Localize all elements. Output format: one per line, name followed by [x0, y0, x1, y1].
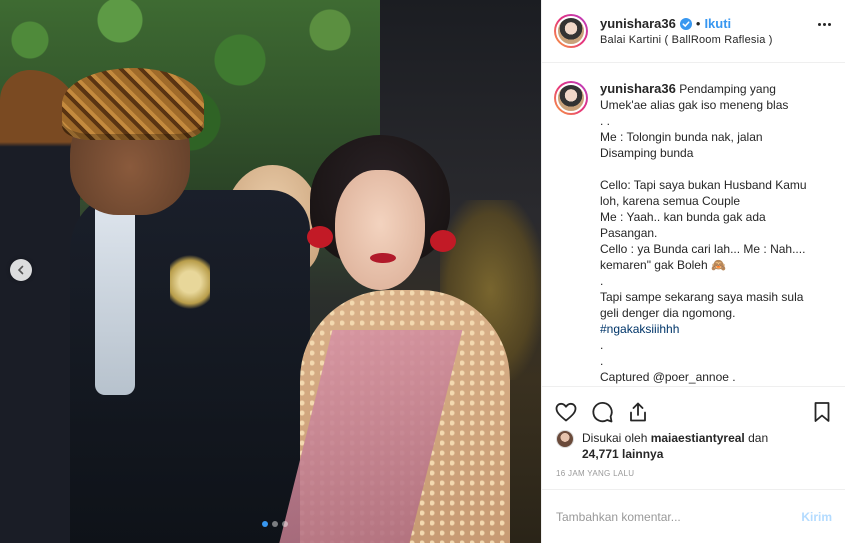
- caption-line: Cello : ya Bunda cari lah... Me : Nah...…: [600, 242, 806, 256]
- location-link[interactable]: Balai Kartini ( BallRoom Raflesia ): [600, 34, 773, 46]
- carousel-dot[interactable]: [262, 521, 268, 527]
- likes-middle: dan: [744, 431, 769, 445]
- caption-line: Tapi sampe sekarang saya masih sula: [600, 290, 804, 304]
- post-timestamp[interactable]: 16 JAM YANG LALU: [556, 469, 634, 478]
- caption-line: . .: [600, 114, 611, 128]
- caption-line: .: [600, 274, 604, 288]
- caption-line: .: [600, 354, 604, 368]
- woman-lips: [370, 253, 396, 263]
- follow-button[interactable]: Ikuti: [704, 16, 731, 31]
- hair-flower-right: [430, 230, 456, 252]
- avatar[interactable]: [554, 81, 588, 115]
- caption-line: loh, karena semua Couple: [600, 194, 741, 208]
- action-bar: [542, 386, 845, 436]
- hair-flower-left: [307, 226, 333, 248]
- chevron-left-icon: [17, 265, 24, 275]
- likes-prefix: Disukai oleh: [582, 431, 651, 445]
- caption-line: Pasangan.: [600, 226, 658, 240]
- separator-dot: •: [695, 16, 701, 31]
- person-left: [0, 70, 80, 543]
- share-icon[interactable]: [626, 400, 650, 424]
- man-blangkon: [62, 68, 204, 140]
- caption-line: Cello: Tapi saya bukan Husband Kamu: [600, 178, 807, 192]
- liker-username[interactable]: maiaestiantyreal: [651, 431, 745, 445]
- avatar[interactable]: [554, 14, 588, 48]
- caption-line: [600, 161, 828, 177]
- comment-input[interactable]: [556, 509, 802, 524]
- bookmark-icon[interactable]: [810, 400, 834, 424]
- comment-icon[interactable]: [590, 400, 614, 424]
- caption-line: Captured @poer_annoe .: [600, 370, 736, 384]
- caption-username[interactable]: yunishara36: [600, 81, 676, 96]
- caption-line: kemaren" gak Boleh 🙈: [600, 258, 726, 272]
- caption-line: Me : Tolongin bunda nak, jalan: [600, 130, 763, 144]
- likes-count[interactable]: 24,771 lainnya: [582, 447, 663, 461]
- carousel-dots: [262, 521, 288, 527]
- comments-section[interactable]: yunishara36 Pendamping yang Umek'ae alia…: [542, 63, 845, 385]
- avatar[interactable]: [556, 430, 574, 448]
- caption-line: Me : Yaah.. kan bunda gak ada: [600, 210, 766, 224]
- caption-line: Disamping bunda: [600, 146, 694, 160]
- post-photo[interactable]: [0, 0, 541, 543]
- post-header: yunishara36 • Ikuti Balai Kartini ( Ball…: [542, 0, 845, 63]
- man-shirt: [95, 195, 135, 395]
- comment-form: Kirim: [542, 489, 845, 543]
- woman-face: [335, 170, 425, 290]
- hashtag-link[interactable]: #ngakaksiiihhh: [600, 321, 828, 337]
- caption-line: geli denger dia ngomong.: [600, 306, 736, 320]
- caption-line: .: [600, 338, 604, 352]
- carousel-prev-button[interactable]: [10, 259, 32, 281]
- more-options-icon[interactable]: [818, 23, 831, 26]
- verified-badge-icon: [679, 17, 692, 30]
- caption-line: Pendamping yang: [679, 82, 776, 96]
- header-username[interactable]: yunishara36: [600, 16, 676, 31]
- post-side-panel: yunishara36 • Ikuti Balai Kartini ( Ball…: [541, 0, 845, 543]
- caption: yunishara36 Pendamping yang Umek'ae alia…: [600, 81, 828, 385]
- brooch: [170, 252, 210, 312]
- caption-line: Umek'ae alias gak iso meneng blas: [600, 98, 789, 112]
- carousel-dot[interactable]: [272, 521, 278, 527]
- carousel-dot[interactable]: [282, 521, 288, 527]
- post-comment-button[interactable]: Kirim: [801, 510, 832, 524]
- heart-icon[interactable]: [554, 400, 578, 424]
- likes-summary: Disukai oleh maiaestiantyreal dan 24,771…: [556, 430, 812, 462]
